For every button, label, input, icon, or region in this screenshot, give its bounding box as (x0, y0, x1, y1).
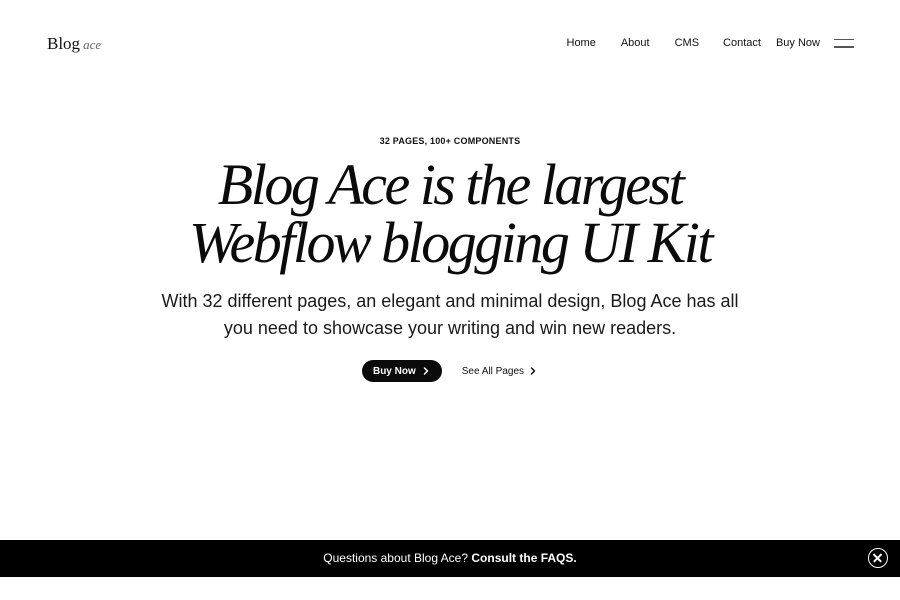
hero-subtext: With 32 different pages, an elegant and … (140, 288, 760, 342)
buy-now-label: Buy Now (372, 365, 416, 377)
site-logo[interactable]: Blog ace (47, 34, 101, 54)
hamburger-menu-icon[interactable] (834, 38, 854, 48)
chevron-right-icon (423, 367, 428, 375)
page-bottom-area (0, 577, 900, 600)
logo-main-text: Blog (47, 34, 81, 53)
banner-faq-link[interactable]: Consult the FAQS. (471, 551, 576, 565)
headline-line-1: Blog Ace is the largest (217, 152, 685, 217)
faq-banner: Questions about Blog Ace? Consult the FA… (0, 540, 900, 577)
hero-cta-row: Buy Now See All Pages (0, 360, 900, 382)
nav-about-link[interactable]: About (621, 37, 650, 49)
headline-line-2: Webflow blogging UI Kit (189, 210, 714, 275)
close-circle-icon[interactable] (868, 548, 888, 568)
hero-headline: Blog Ace is the largest Webflow blogging… (0, 156, 900, 272)
hero-section: 32 PAGES, 100+ COMPONENTS Blog Ace is th… (0, 130, 900, 382)
hero-eyebrow: 32 PAGES, 100+ COMPONENTS (379, 136, 521, 146)
see-all-pages-label: See All Pages (461, 365, 525, 377)
main-nav: Home About CMS Contact Buy Now (567, 37, 854, 49)
nav-buy-now-link[interactable]: Buy Now (776, 37, 820, 49)
nav-cms-link[interactable]: CMS (675, 37, 699, 49)
menu-bar-top (834, 38, 854, 40)
site-header: Blog ace Home About CMS Contact Buy Now (0, 0, 900, 90)
chevron-right-icon (530, 367, 536, 375)
banner-message: Questions about Blog Ace? Consult the FA… (0, 551, 900, 565)
buy-now-button[interactable]: Buy Now (361, 360, 442, 382)
subtext-line-1: With 32 different pages, an elegant and … (161, 291, 739, 311)
nav-home-link[interactable]: Home (567, 37, 596, 49)
nav-contact-link[interactable]: Contact (723, 37, 761, 49)
logo-sub-text: ace (83, 37, 102, 52)
banner-question: Questions about Blog Ace? (323, 551, 469, 565)
menu-bar-bottom (834, 46, 854, 48)
see-all-pages-link[interactable]: See All Pages (462, 366, 538, 377)
subtext-line-2: you need to showcase your writing and wi… (223, 318, 677, 338)
